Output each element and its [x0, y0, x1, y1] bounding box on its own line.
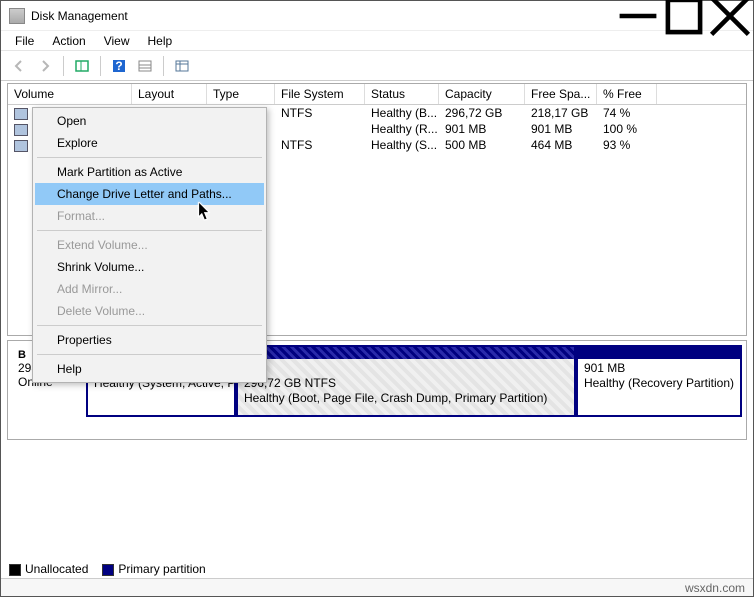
cell: 218,17 GB [525, 105, 597, 121]
partition-header [578, 347, 740, 359]
context-delete-volume[interactable]: Delete Volume... [35, 300, 264, 322]
partition-status: Healthy (Recovery Partition) [584, 376, 734, 391]
col-capacity[interactable]: Capacity [439, 84, 525, 104]
partition-status: Healthy (Boot, Page File, Crash Dump, Pr… [244, 391, 568, 406]
context-separator [37, 325, 262, 326]
col-free[interactable]: Free Spa... [525, 84, 597, 104]
context-help[interactable]: Help [35, 358, 264, 380]
status-bar: wsxdn.com [1, 578, 753, 596]
app-icon [9, 8, 25, 24]
context-add-mirror[interactable]: Add Mirror... [35, 278, 264, 300]
cell: 100 % [597, 121, 657, 137]
window-controls [615, 1, 753, 31]
context-separator [37, 230, 262, 231]
cell: NTFS [275, 137, 365, 153]
cell: 74 % [597, 105, 657, 121]
close-button[interactable] [707, 1, 753, 31]
cell: 901 MB [439, 121, 525, 137]
toolbar-separator [63, 56, 64, 76]
volume-icon [14, 140, 28, 152]
cell [275, 121, 365, 137]
context-separator [37, 354, 262, 355]
legend: Unallocated Primary partition [9, 562, 206, 576]
partition-header [238, 347, 574, 359]
col-volume[interactable]: Volume [8, 84, 132, 104]
toolbar: ? [1, 51, 753, 81]
context-open[interactable]: Open [35, 110, 264, 132]
legend-unallocated: Unallocated [9, 562, 88, 576]
volume-icon [14, 124, 28, 136]
menu-view[interactable]: View [96, 32, 138, 50]
menu-help[interactable]: Help [140, 32, 181, 50]
svg-text:?: ? [115, 59, 122, 73]
menu-action[interactable]: Action [44, 32, 93, 50]
cell: Healthy (S... [365, 137, 439, 153]
window-title: Disk Management [31, 9, 615, 23]
menu-file[interactable]: File [7, 32, 42, 50]
context-change-drive-letter[interactable]: Change Drive Letter and Paths... [35, 183, 264, 205]
volume-icon [14, 108, 28, 120]
context-extend-volume[interactable]: Extend Volume... [35, 234, 264, 256]
cell: Healthy (R... [365, 121, 439, 137]
partition[interactable]: 901 MB Healthy (Recovery Partition) [576, 345, 742, 417]
col-filesystem[interactable]: File System [275, 84, 365, 104]
context-properties[interactable]: Properties [35, 329, 264, 351]
attribution: wsxdn.com [685, 581, 745, 595]
context-menu: Open Explore Mark Partition as Active Ch… [32, 107, 267, 383]
swatch-unallocated [9, 564, 21, 576]
back-button[interactable] [7, 55, 31, 77]
cell: 500 MB [439, 137, 525, 153]
cell: NTFS [275, 105, 365, 121]
context-format[interactable]: Format... [35, 205, 264, 227]
context-explore[interactable]: Explore [35, 132, 264, 154]
cell: 296,72 GB [439, 105, 525, 121]
col-layout[interactable]: Layout [132, 84, 207, 104]
list-button[interactable] [170, 55, 194, 77]
cell: 93 % [597, 137, 657, 153]
context-mark-active[interactable]: Mark Partition as Active [35, 161, 264, 183]
partition-size: 296,72 GB NTFS [244, 376, 568, 391]
cell: 901 MB [525, 121, 597, 137]
help-button[interactable]: ? [107, 55, 131, 77]
maximize-button[interactable] [661, 1, 707, 31]
partition-size: 901 MB [584, 361, 734, 376]
cell: 464 MB [525, 137, 597, 153]
col-type[interactable]: Type [207, 84, 275, 104]
minimize-button[interactable] [615, 1, 661, 31]
title-bar: Disk Management [1, 1, 753, 31]
forward-button[interactable] [33, 55, 57, 77]
show-hide-console-button[interactable] [70, 55, 94, 77]
legend-primary: Primary partition [102, 562, 205, 576]
context-separator [37, 157, 262, 158]
context-shrink-volume[interactable]: Shrink Volume... [35, 256, 264, 278]
partition-selected[interactable]: (C:) 296,72 GB NTFS Healthy (Boot, Page … [236, 345, 576, 417]
settings-button[interactable] [133, 55, 157, 77]
toolbar-separator [163, 56, 164, 76]
col-percent[interactable]: % Free [597, 84, 657, 104]
col-status[interactable]: Status [365, 84, 439, 104]
toolbar-separator [100, 56, 101, 76]
table-header: Volume Layout Type File System Status Ca… [8, 84, 746, 105]
swatch-primary [102, 564, 114, 576]
cell: Healthy (B... [365, 105, 439, 121]
